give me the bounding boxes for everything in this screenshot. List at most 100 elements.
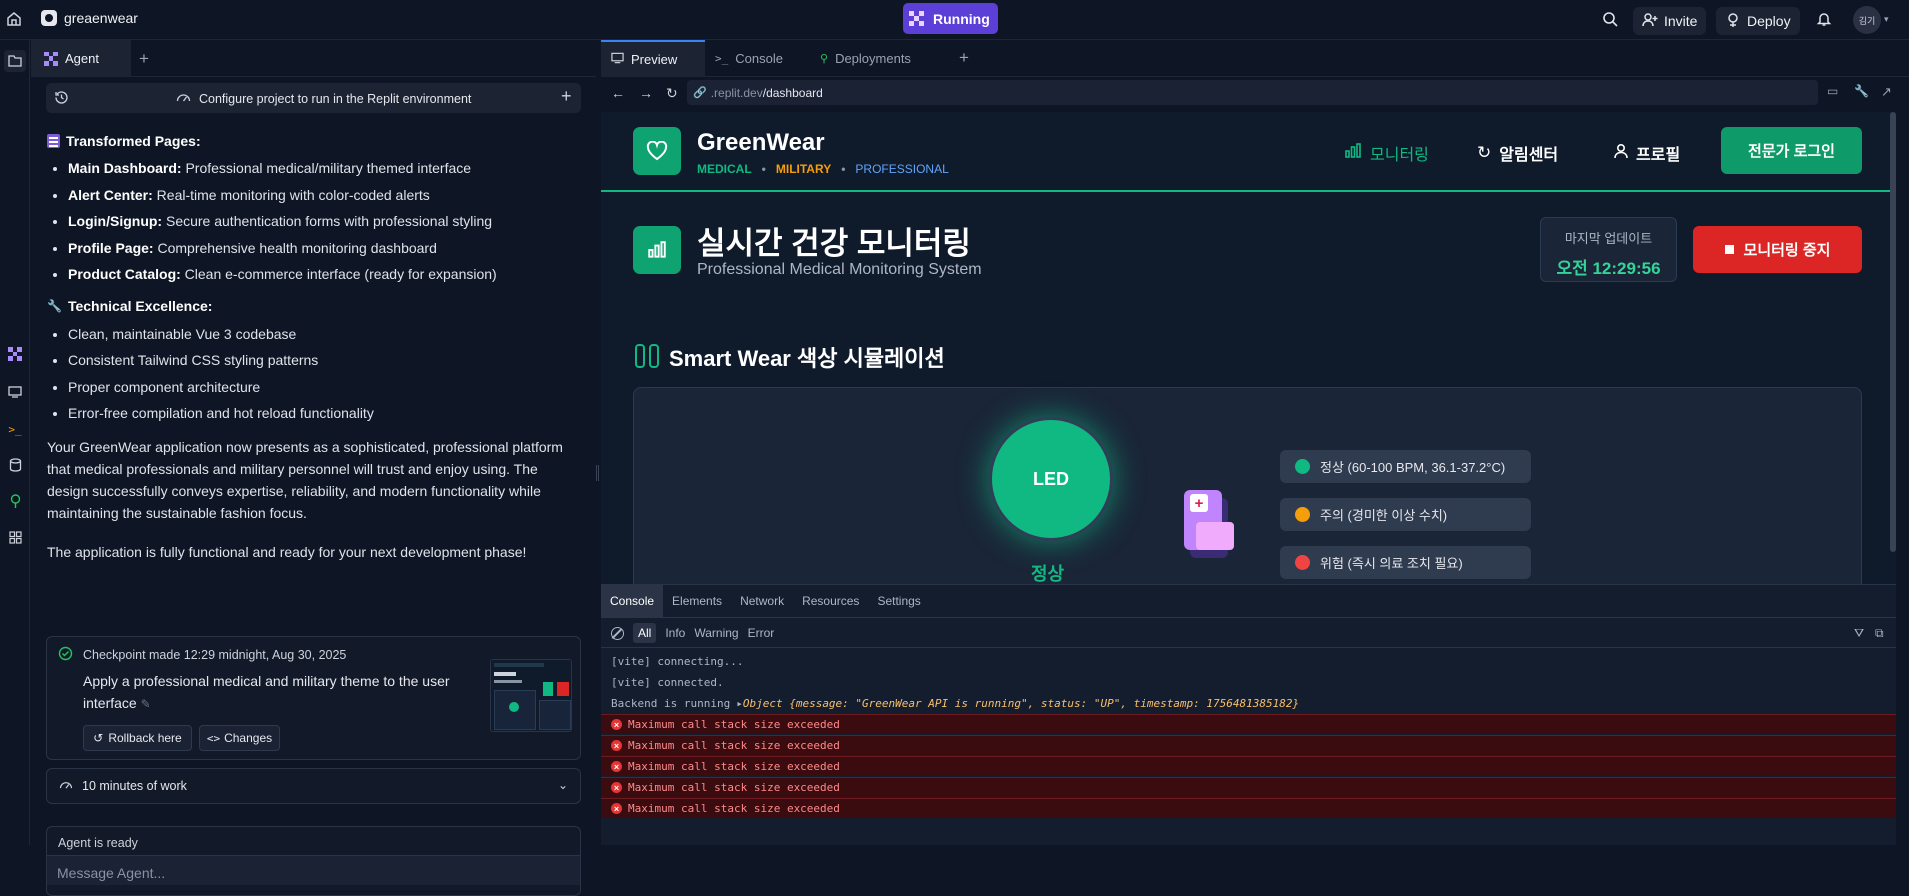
history-icon[interactable] [54,90,69,110]
search-icon[interactable] [1602,11,1619,33]
expand-icon[interactable]: ▸ [736,697,743,710]
site-logo[interactable] [633,127,681,175]
work-summary-row[interactable]: 10 minutes of work ⌄ [46,768,581,804]
legend-danger: 위험 (즉시 의료 조치 필요) [1280,546,1531,579]
expert-login-button[interactable]: 전문가 로그인 [1721,127,1862,174]
files-icon[interactable] [4,50,26,72]
agent-tab-icon [44,51,58,66]
tab-preview[interactable]: Preview [601,40,705,77]
tab-deployments[interactable]: ⚲ Deployments [810,40,921,77]
stop-monitoring-label: 모니터링 중지 [1743,242,1831,259]
terminal-icon: >_ [715,52,729,65]
reload-icon[interactable]: ↻ [666,85,678,102]
pencil-icon[interactable]: ✎ [141,697,151,711]
status-dot [1295,555,1310,570]
agent-status: Agent is ready [58,836,138,850]
user-icon [1614,143,1628,164]
console-log-line: Backend is running ▸ Object {message: "Gr… [611,697,1300,710]
last-update-label: 마지막 업데이트 [1564,231,1653,246]
run-status-button[interactable]: Running [903,3,998,34]
deploy-icon [1725,12,1741,31]
list-item: Product Catalog: Clean e-commerce interf… [68,261,582,288]
forward-icon[interactable]: → [639,85,653,101]
devtools-tab-resources[interactable]: Resources [793,594,868,608]
url-bar[interactable]: 🔗 .replit.dev/dashboard [687,80,1818,105]
chevron-down-icon[interactable]: ▾ [1884,14,1889,25]
error-icon: × [611,803,622,814]
changes-label: Changes [224,731,273,745]
pages-list: Main Dashboard: Professional medical/mil… [47,155,582,288]
error-icon: × [611,719,622,730]
deployments-icon[interactable] [6,492,24,510]
pause-icon [635,344,659,368]
panel-resize-handle[interactable] [596,465,599,481]
rollback-label: Rollback here [108,731,182,745]
clear-console-icon[interactable] [611,626,624,640]
plus-icon[interactable]: + [561,86,572,107]
filter-warning[interactable]: Warning [694,626,738,640]
tab-console[interactable]: >_ Console [705,40,793,77]
filter-error[interactable]: Error [748,626,775,640]
simulation-card: LED 정상 + 정상 (60-100 BPM, 36.1-37.2°C) 주의… [633,387,1862,584]
preview-icon[interactable] [6,383,24,401]
back-icon[interactable]: ← [611,85,625,101]
apps-grid-icon[interactable] [6,528,24,546]
tab-agent[interactable]: Agent [31,40,131,77]
rollback-button[interactable]: ↺ Rollback here [83,725,192,751]
filter-icon[interactable]: ⛛ [1854,626,1864,641]
legend-danger-label: 위험 (즉시 의료 조치 필요) [1320,556,1463,571]
replit-agent-icon [909,11,924,26]
devtools-icon[interactable]: 🔧 [1854,84,1869,98]
agent-header-title: Configure project to run in the Replit e… [176,90,471,108]
avatar[interactable]: 김기 [1853,6,1881,34]
code-icon: <> [206,731,221,745]
work-summary-label: 10 minutes of work [82,779,187,793]
agent-tabbar: Agent + [31,40,596,77]
external-link-icon[interactable]: ↗ [1881,84,1892,100]
checkpoint-thumbnail[interactable] [490,659,572,732]
devices-icon[interactable]: ▭ [1827,84,1838,98]
list-item: Login/Signup: Secure authentication form… [68,208,582,235]
link-icon: 🔗 [693,87,707,99]
stop-monitoring-button[interactable]: 모니터링 중지 [1693,226,1862,273]
chevron-down-icon: ⌄ [557,778,568,792]
agent-message: Transformed Pages: Main Dashboard: Profe… [47,130,582,563]
message-input[interactable]: Message Agent... [47,855,580,885]
project-name: greaenwear [64,10,138,26]
database-icon[interactable] [6,456,24,474]
devtools-tab-network[interactable]: Network [731,594,793,608]
devtools-tab-console[interactable]: Console [601,585,664,617]
monitor-icon [611,52,624,67]
list-item: Proper component architecture [68,374,582,401]
top-bar: greaenwear Running Invite Deploy 김기 ▾ [0,0,1909,40]
home-icon[interactable] [6,11,24,29]
heart-icon [646,141,668,161]
devtools-tab-elements[interactable]: Elements [663,594,731,608]
nav-alerts[interactable]: ↻ 알림센터 [1477,141,1558,165]
project-selector[interactable]: greaenwear [41,10,138,26]
deploy-button[interactable]: Deploy [1716,7,1800,35]
legend-warning-label: 주의 (경미한 이상 수치) [1320,508,1448,523]
devtools-console: Console Elements Network Resources Setti… [601,584,1896,845]
bell-icon[interactable] [1816,11,1832,32]
new-tab-icon[interactable]: + [959,48,969,68]
agent-icon[interactable] [6,345,24,363]
gauge-icon [176,90,191,108]
shell-icon[interactable]: >_ [6,420,24,438]
site-tagline: MEDICAL • MILITARY • PROFESSIONAL [697,162,949,176]
devtools-tab-settings[interactable]: Settings [868,594,929,608]
new-tab-icon[interactable]: + [139,49,149,69]
checkpoint-card: Checkpoint made 12:29 midnight, Aug 30, … [46,636,581,760]
filter-info[interactable]: Info [665,626,685,640]
invite-button[interactable]: Invite [1633,7,1707,35]
copy-icon[interactable]: ⧉ [1875,626,1884,641]
list-item: Clean, maintainable Vue 3 codebase [68,321,582,348]
filter-all[interactable]: All [633,623,657,643]
nav-profile[interactable]: 프로필 [1614,141,1680,165]
changes-button[interactable]: <> Changes [199,725,280,751]
preview-scrollbar[interactable] [1890,112,1896,552]
agent-header-bar[interactable]: Configure project to run in the Replit e… [46,83,581,113]
abacus-icon [47,134,60,148]
error-icon: × [611,782,622,793]
nav-monitoring[interactable]: 모니터링 [1344,141,1429,165]
